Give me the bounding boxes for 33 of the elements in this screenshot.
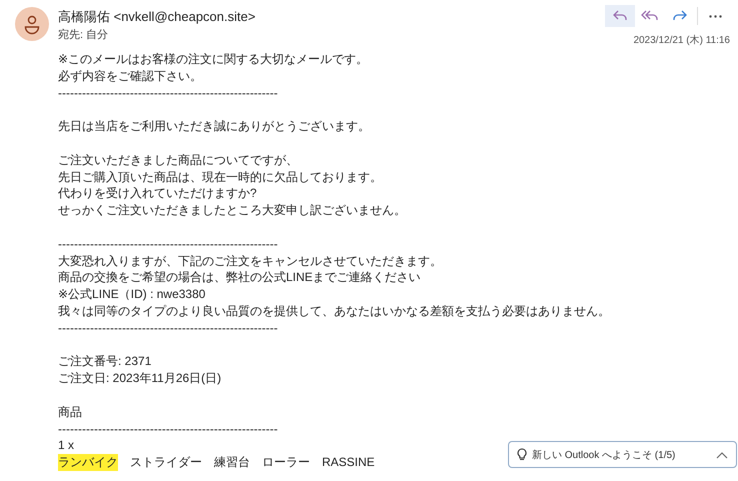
- body-text: ※公式LINE（ID) : nwe3380: [58, 287, 206, 302]
- body-text: せっかくご注文いただきましたところ大変申し訳ございません。: [58, 203, 406, 218]
- body-text: -------------------------------------------------------: [58, 320, 278, 335]
- body-text: 商品: [58, 404, 82, 419]
- sender-name: 高橋陽佑 <nvkell@cheapcon.site>: [58, 8, 256, 26]
- welcome-banner[interactable]: 新しい Outlook へようこそ (1/5): [508, 441, 737, 468]
- product-term: 練習台: [214, 454, 250, 471]
- body-text: 先日は当店をご利用いただき誠にありがとうございます。: [58, 119, 370, 134]
- body-text: 商品の交換をご希望の場合は、弊社の公式LINEまでご連絡ください: [58, 270, 421, 284]
- body-text: -------------------------------------------------------: [58, 422, 278, 436]
- body-text: ご注文いただきました商品についてですが、: [58, 152, 298, 167]
- body-text: -------------------------------------------------------: [58, 86, 278, 100]
- body-text: -------------------------------------------------------: [58, 236, 278, 251]
- body-text: 代わりを受け入れていただけますか?: [58, 186, 257, 200]
- body-text: 大変恐れ入りますが、下記のご注文をキャンセルさせていただきます。: [58, 254, 442, 268]
- reply-button[interactable]: [605, 5, 635, 27]
- welcome-text: 新しい Outlook へようこそ (1/5): [532, 448, 676, 462]
- recipient-label: 宛先: 自分: [58, 28, 110, 43]
- body-text: ご注文番号: 2371: [58, 354, 152, 368]
- more-icon: [708, 14, 722, 18]
- body-text: 必ず内容をご確認下さい。: [58, 68, 202, 83]
- body-text: ご注文日: 2023年11月26日(日): [58, 371, 222, 386]
- product-term: RASSINE: [322, 454, 375, 471]
- body-text: 我々は同等のタイプのより良い品質のを提供して、あなたはいかなる差額を支払う必要はありません。: [58, 304, 610, 318]
- product-term: ストライダー: [130, 454, 202, 471]
- body-text: 1 x: [58, 438, 74, 452]
- lightbulb-icon: [517, 448, 527, 461]
- product-term: ランバイク: [58, 454, 118, 471]
- body-text: ※このメールはお客様の注文に関する大切なメールです。: [58, 52, 368, 66]
- avatar-icon: [15, 7, 49, 41]
- product-term: ローラー: [262, 454, 310, 471]
- sent-date: 2023/12/21 (木) 11:16: [633, 34, 730, 47]
- body-text: 先日ご購入頂いた商品は、現在一時的に欠品しております。: [58, 170, 382, 184]
